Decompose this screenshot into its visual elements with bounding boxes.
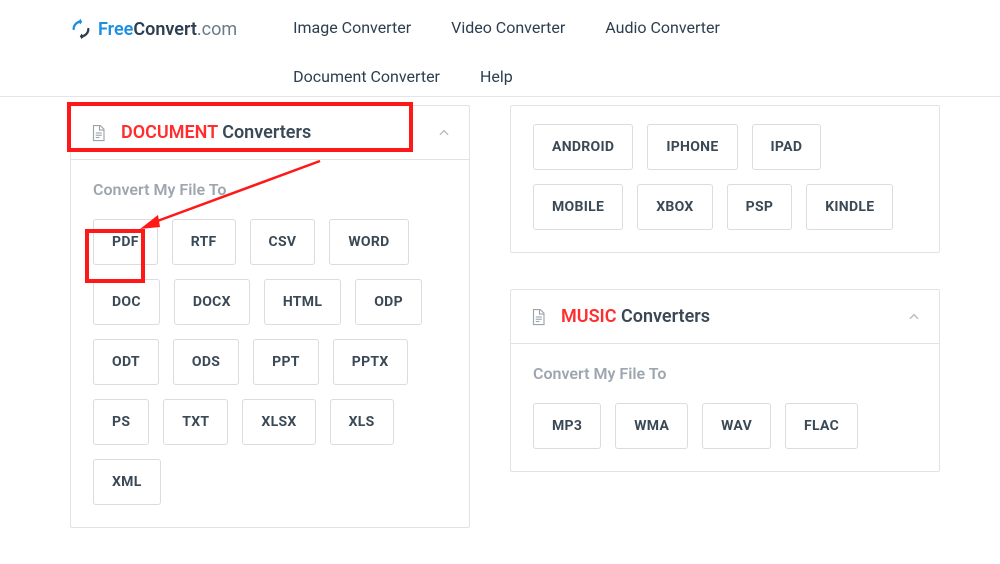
music-card-header[interactable]: MUSIC Converters [511,290,939,344]
fmt-wav[interactable]: WAV [702,403,771,449]
convert-label: Convert My File To [533,364,917,383]
fmt-ps[interactable]: PS [93,399,149,445]
fmt-ppt[interactable]: PPT [253,339,319,385]
fmt-word[interactable]: WORD [329,219,408,265]
music-card-title: MUSIC Converters [561,306,710,327]
document-converters-card: DOCUMENT Converters Convert My File To P… [70,105,470,528]
music-formats-grid: MP3 WMA WAV FLAC [533,403,917,449]
site-header: FreeConvert.com Image Converter Video Co… [0,0,1000,97]
left-column: DOCUMENT Converters Convert My File To P… [70,105,470,556]
music-converters-card: MUSIC Converters Convert My File To MP3 … [510,289,940,472]
nav-image-converter[interactable]: Image Converter [293,14,411,41]
fmt-mp3[interactable]: MP3 [533,403,601,449]
file-icon [89,123,107,143]
main-content: DOCUMENT Converters Convert My File To P… [0,97,1000,556]
document-formats-grid: PDF RTF CSV WORD DOC DOCX HTML ODP ODT O… [93,219,447,505]
fmt-wma[interactable]: WMA [615,403,688,449]
nav-video-converter[interactable]: Video Converter [451,14,565,41]
fmt-html[interactable]: HTML [264,279,341,325]
dev-ipad[interactable]: IPAD [752,124,822,170]
dev-android[interactable]: ANDROID [533,124,633,170]
chevron-up-icon [437,126,451,140]
document-card-header[interactable]: DOCUMENT Converters [71,106,469,160]
fmt-odt[interactable]: ODT [93,339,159,385]
right-column: ANDROID IPHONE IPAD MOBILE XBOX PSP KIND… [510,105,940,556]
dev-iphone[interactable]: IPHONE [647,124,737,170]
device-grid: ANDROID IPHONE IPAD MOBILE XBOX PSP KIND… [533,106,917,230]
convert-label: Convert My File To [93,180,447,199]
refresh-icon [70,18,92,40]
logo[interactable]: FreeConvert.com [70,14,237,40]
chevron-up-icon [907,310,921,324]
dev-mobile[interactable]: MOBILE [533,184,623,230]
nav-audio-converter[interactable]: Audio Converter [605,14,720,41]
nav-document-converter[interactable]: Document Converter [293,63,440,90]
document-card-title: DOCUMENT Converters [121,122,311,143]
fmt-docx[interactable]: DOCX [174,279,250,325]
music-card-body: Convert My File To MP3 WMA WAV FLAC [511,344,939,471]
dev-xbox[interactable]: XBOX [637,184,712,230]
fmt-xlsx[interactable]: XLSX [242,399,315,445]
logo-text: FreeConvert.com [98,19,237,40]
fmt-pdf[interactable]: PDF [93,219,158,265]
nav-help[interactable]: Help [480,63,513,90]
fmt-xls[interactable]: XLS [330,399,394,445]
document-card-body: Convert My File To PDF RTF CSV WORD DOC … [71,160,469,527]
fmt-rtf[interactable]: RTF [172,219,236,265]
fmt-flac[interactable]: FLAC [785,403,858,449]
device-converters-card: ANDROID IPHONE IPAD MOBILE XBOX PSP KIND… [510,105,940,253]
fmt-csv[interactable]: CSV [250,219,316,265]
fmt-odp[interactable]: ODP [355,279,422,325]
fmt-pptx[interactable]: PPTX [333,339,408,385]
fmt-txt[interactable]: TXT [163,399,228,445]
main-nav: Image Converter Video Converter Audio Co… [293,14,913,112]
file-icon [529,307,547,327]
fmt-xml[interactable]: XML [93,459,161,505]
fmt-ods[interactable]: ODS [173,339,239,385]
fmt-doc[interactable]: DOC [93,279,160,325]
dev-kindle[interactable]: KINDLE [806,184,893,230]
dev-psp[interactable]: PSP [727,184,793,230]
